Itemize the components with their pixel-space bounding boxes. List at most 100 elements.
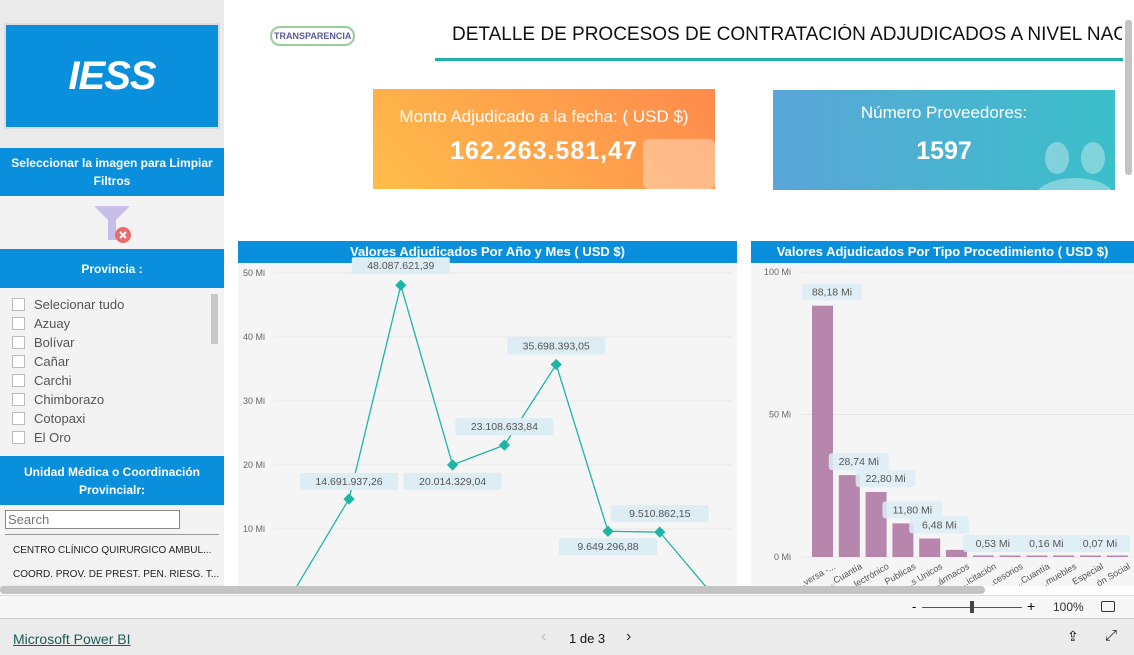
- iess-logo: IESS: [4, 23, 220, 129]
- line-chart: 50 Mi 40 Mi 30 Mi 20 Mi 10 Mi 14.691.937,26 48…: [243, 257, 733, 586]
- data-label: 0,53 Mi: [976, 538, 1010, 550]
- province-label: Carchi: [34, 373, 72, 388]
- zoom-slider-handle[interactable]: [970, 601, 974, 613]
- y-tick-label: 0 Mi: [774, 552, 791, 562]
- data-point: [550, 358, 562, 371]
- clear-filter-icon[interactable]: [92, 204, 134, 244]
- province-label: El Oro: [34, 430, 71, 445]
- province-item[interactable]: Carchi: [0, 371, 224, 390]
- checkbox[interactable]: [12, 431, 25, 444]
- unit-header: Unidad Médica o Coordinación Provincialr…: [0, 456, 224, 505]
- power-bi-link[interactable]: Microsoft Power BI: [13, 631, 130, 647]
- unit-item[interactable]: CENTRO CLÍNICO QUIRURGICO AMBUL...: [13, 545, 211, 556]
- data-label: 0,07 Mi: [1083, 538, 1117, 550]
- amount-label: Monto Adjudicado a la fecha: ( USD $): [399, 107, 689, 126]
- bar: [999, 555, 1021, 557]
- amount-card: Monto Adjudicado a la fecha: ( USD $) 16…: [373, 89, 715, 189]
- province-label: Selecionar tudo: [34, 297, 125, 312]
- province-item[interactable]: Chimborazo: [0, 390, 224, 409]
- data-point: [498, 439, 511, 451]
- bar: [1106, 555, 1128, 557]
- y-tick-label: 30 Mi: [243, 396, 265, 406]
- bar-chart: 100 Mi 50 Mi 0 Mi 88,18 Mi 28,74 Mi 22,80 Mi 1…: [764, 267, 1134, 586]
- province-item[interactable]: Azuay: [0, 314, 224, 333]
- transparencia-logo: TRANSPARENCIA: [270, 26, 356, 46]
- bar: [812, 305, 833, 557]
- title-underline: [435, 58, 1123, 61]
- data-point: [395, 279, 407, 291]
- unit-list: CENTRO CLÍNICO QUIRURGICO AMBUL... COORD…: [0, 505, 224, 585]
- data-label: 9.649.296,88: [577, 541, 638, 553]
- province-item[interactable]: El Oro: [0, 428, 224, 447]
- data-label: 23.108.633,84: [471, 421, 538, 433]
- vertical-scrollbar[interactable]: [1125, 20, 1132, 175]
- footer: Microsoft Power BI ‹ 1 de 3 › ⇪ ⤢: [0, 618, 1134, 655]
- bar: [972, 555, 994, 557]
- bar: [1080, 555, 1101, 557]
- y-tick-label: 20 Mi: [243, 460, 265, 470]
- province-item[interactable]: Cañar: [0, 352, 224, 371]
- line-chart-panel: Valores Adjudicados Por Año y Mes ( USD …: [238, 241, 737, 586]
- bar: [1053, 555, 1075, 557]
- bar: [1026, 555, 1048, 557]
- next-page-button[interactable]: ›: [626, 628, 631, 646]
- data-label: 88,18 Mi: [812, 287, 852, 299]
- bar: [919, 538, 941, 557]
- fit-page-icon[interactable]: [1101, 601, 1115, 612]
- checkbox[interactable]: [12, 355, 25, 368]
- bar: [838, 475, 860, 557]
- data-label: 28,74 Mi: [839, 456, 879, 468]
- bar-chart-panel: Valores Adjudicados Por Tipo Procedimien…: [751, 241, 1134, 586]
- y-tick-label: 40 Mi: [243, 332, 265, 342]
- y-tick-label: 50 Mi: [769, 410, 791, 420]
- page-indicator: 1 de 3: [569, 631, 606, 646]
- province-item[interactable]: Cotopaxi: [0, 409, 224, 428]
- data-label: 48.087.621,39: [367, 260, 434, 272]
- wallet-icon: [643, 139, 715, 189]
- data-label: 0,16 Mi: [1029, 538, 1063, 550]
- data-point: [602, 525, 614, 537]
- zoom-bar: - + 100%: [0, 595, 1134, 618]
- clear-filters-header: Seleccionar la imagen para Limpiar Filtr…: [0, 148, 224, 196]
- providers-label: Número Proveedores:: [860, 103, 1028, 122]
- bar: [865, 492, 887, 557]
- checkbox[interactable]: [12, 412, 25, 425]
- y-tick-label: 10 Mi: [243, 524, 265, 534]
- fullscreen-icon[interactable]: ⤢: [1105, 627, 1117, 644]
- province-label: Cotopaxi: [34, 411, 86, 426]
- unit-item[interactable]: COORD. PROV. DE PREST. PEN. RIESG. T...: [13, 569, 219, 580]
- zoom-level: 100%: [1053, 600, 1084, 614]
- province-item[interactable]: Selecionar tudo: [0, 295, 224, 314]
- province-label: Bolívar: [34, 335, 75, 350]
- sidebar: IESS Seleccionar la imagen para Limpiar …: [0, 0, 224, 590]
- share-icon[interactable]: ⇪: [1067, 628, 1079, 645]
- checkbox[interactable]: [12, 393, 25, 406]
- checkbox[interactable]: [12, 317, 25, 330]
- province-label: Chimborazo: [34, 392, 105, 407]
- province-scrollbar[interactable]: [211, 294, 218, 344]
- providers-card: Número Proveedores: 1597: [773, 90, 1115, 190]
- data-label: 20.014.329,04: [419, 476, 486, 488]
- y-tick-label: 100 Mi: [764, 267, 791, 277]
- data-label: 22,80 Mi: [865, 473, 905, 485]
- y-tick-label: 50 Mi: [243, 268, 265, 278]
- divider: [5, 534, 219, 535]
- people-icon: [1038, 142, 1112, 190]
- checkbox[interactable]: [12, 374, 25, 387]
- checkbox[interactable]: [12, 336, 25, 349]
- zoom-in-button[interactable]: +: [1027, 598, 1035, 614]
- data-label: 14.691.937,26: [315, 476, 382, 488]
- data-point: [446, 459, 459, 471]
- horizontal-scrollbar[interactable]: [0, 586, 985, 594]
- zoom-out-button[interactable]: -: [912, 599, 916, 614]
- search-input[interactable]: [5, 510, 180, 529]
- page-title: DETALLE DE PROCESOS DE CONTRATACIÓN ADJU…: [452, 24, 1122, 45]
- prev-page-button[interactable]: ‹: [541, 628, 546, 646]
- checkbox[interactable]: [12, 298, 25, 311]
- data-point: [343, 493, 355, 505]
- province-item[interactable]: Bolívar: [0, 333, 224, 352]
- province-label: Cañar: [34, 354, 70, 369]
- data-label: 9.510.862,15: [629, 508, 690, 520]
- province-list: Selecionar tudo Azuay Bolívar Cañar Carc…: [0, 288, 224, 456]
- data-label: 6,48 Mi: [922, 520, 956, 532]
